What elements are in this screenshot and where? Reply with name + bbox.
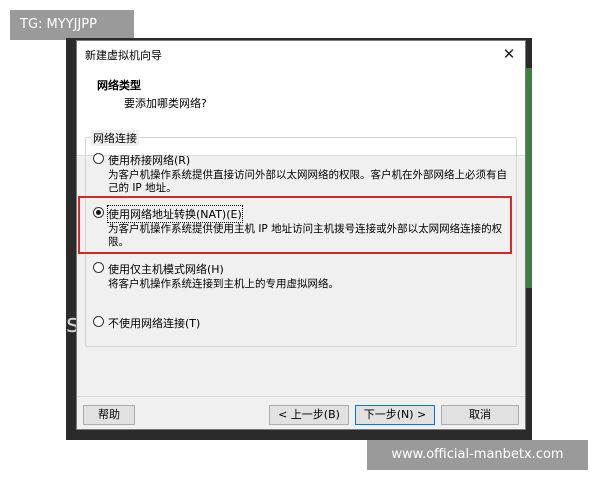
cancel-button[interactable]: 取消 [441,405,519,425]
option-bridged[interactable]: 使用桥接网络(R) 为客户机操作系统提供直接访问外部以太网网络的权限。客户机在外… [93,152,513,195]
watermark: www.official-manbetx.com [367,440,588,470]
network-connection-group: 网络连接 使用桥接网络(R) 为客户机操作系统提供直接访问外部以太网网络的权限。… [85,130,517,347]
option-nat-description: 为客户机操作系统提供使用主机 IP 地址访问主机拨号连接或外部以太网网络连接的权… [108,223,503,248]
option-no-network[interactable]: 不使用网络连接(T) [93,315,513,330]
title-bar: 新建虚拟机向导 ✕ [77,41,525,67]
page-subtitle: 要添加哪类网络? [124,97,207,110]
option-host-only-label[interactable]: 使用仅主机模式网络(H) [108,261,224,277]
page-title: 网络类型 [97,79,141,92]
help-button[interactable]: 帮助 [83,405,135,425]
background-accent [526,68,532,288]
option-host-only-description: 将客户机操作系统连接到主机上的专用虚拟网络。 [108,278,339,290]
option-nat[interactable]: 使用网络地址转换(NAT)(E) 为客户机操作系统提供使用主机 IP 地址访问主… [93,205,513,249]
option-nat-label[interactable]: 使用网络地址转换(NAT)(E) [107,205,243,223]
radio-bridged[interactable] [93,153,104,164]
radio-selected-dot [96,210,101,215]
radio-host-only[interactable] [93,262,104,273]
radio-nat[interactable] [93,207,104,218]
window-title: 新建虚拟机向导 [85,49,162,62]
option-bridged-label[interactable]: 使用桥接网络(R) [108,152,190,168]
new-vm-wizard-dialog: 新建虚拟机向导 ✕ 网络类型 要添加哪类网络? 网络连接 使用桥接网络(R) 为… [76,40,526,430]
close-icon[interactable]: ✕ [499,44,519,64]
footer-divider [77,396,525,397]
overlay-tag: TG: MYYJJPP [10,10,134,40]
next-button[interactable]: 下一步(N) > [355,405,435,425]
option-host-only[interactable]: 使用仅主机模式网络(H) 将客户机操作系统连接到主机上的专用虚拟网络。 [93,261,513,291]
group-label: 网络连接 [91,130,139,146]
back-button[interactable]: < 上一步(B) [269,405,349,425]
option-bridged-description: 为客户机操作系统提供直接访问外部以太网网络的权限。客户机在外部网络上必须有自己的… [108,169,507,194]
option-no-network-label[interactable]: 不使用网络连接(T) [108,315,200,331]
radio-no-network[interactable] [93,316,104,327]
